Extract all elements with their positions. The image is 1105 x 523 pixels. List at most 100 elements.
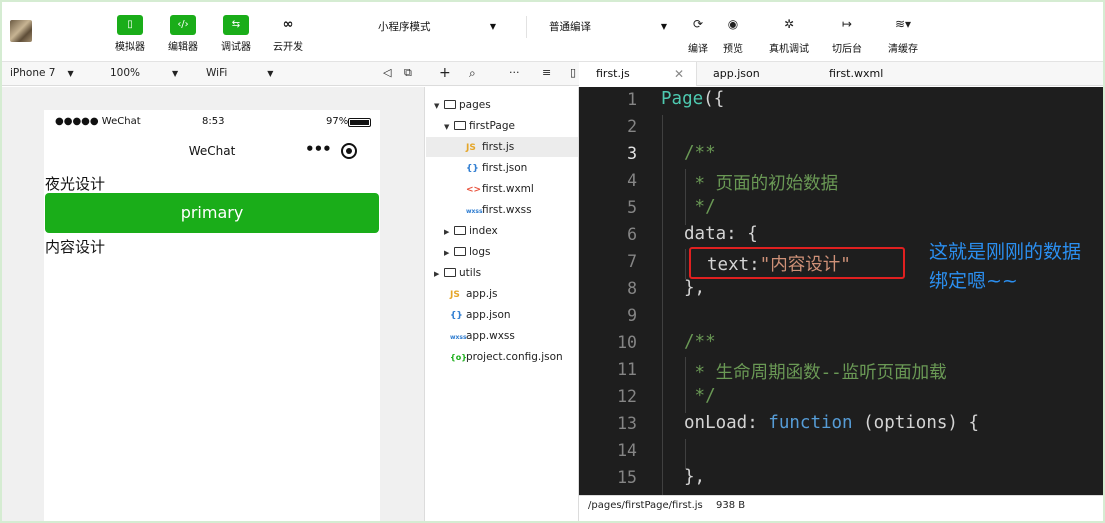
editor-status-bar: /pages/firstPage/first.js 938 B: [579, 495, 1103, 521]
collapse-tree-icon[interactable]: ≡: [542, 62, 551, 86]
folder-icon: [444, 268, 456, 277]
tab-first-js[interactable]: first.js ✕: [579, 62, 697, 86]
file-tree: ▼ pages ▼ firstPage JS first.js {} first.jso…: [426, 87, 579, 521]
code-line-8: },: [684, 278, 706, 298]
zoom-select[interactable]: 100% ▼: [110, 62, 178, 86]
folder-icon: [444, 100, 456, 109]
tree-file-app-json[interactable]: {} app.json: [450, 305, 511, 325]
tree-file-project-config[interactable]: {o}project.config.json: [450, 347, 563, 367]
text-line-1: 夜光设计: [45, 175, 106, 193]
tree-folder-firstpage[interactable]: ▼ firstPage: [426, 116, 578, 136]
preview-button[interactable]: ◉ 预览: [708, 16, 758, 55]
background-button[interactable]: ↦ 切后台: [822, 16, 872, 55]
close-icon[interactable]: ✕: [674, 62, 684, 86]
chevron-down-icon: ▼: [660, 22, 667, 31]
tree-folder-logs[interactable]: ▶ logs: [444, 242, 490, 262]
code-line-4: * 页面的初始数据: [684, 174, 839, 194]
json-file-icon: {}: [466, 164, 479, 174]
layers-icon: ≋▾: [894, 17, 912, 31]
tree-file-first-json[interactable]: {} first.json: [466, 158, 527, 178]
split-icon[interactable]: ▯: [570, 62, 576, 86]
line-number: 1: [627, 90, 637, 109]
phone-status-bar: ●●●●● WeChat 8:53 97%: [44, 116, 380, 130]
clear-cache-button[interactable]: ≋▾ 清缓存: [878, 16, 928, 55]
phone-screen: ●●●●● WeChat 8:53 97% WeChat ••• 夜光设计 pr…: [44, 110, 380, 521]
code-line-3: /**: [684, 143, 716, 163]
more-dots-icon[interactable]: •••: [305, 140, 332, 158]
code-line-12: */: [684, 386, 716, 406]
tree-folder-pages[interactable]: ▼ pages: [434, 95, 491, 115]
line-number: 10: [617, 333, 637, 352]
annotation-text: 这就是刚刚的数据绑定嗯~~: [929, 241, 1082, 292]
switch-background-icon: ↦: [841, 17, 853, 31]
devtools-window: ▯ 模拟器 ‹/› 编辑器 ⇆ 调试器 ∞ 云开发 小程序模式 ▼ 普通编译 ▼…: [0, 0, 1105, 523]
line-number: 7: [627, 252, 637, 271]
cloud-dev-button[interactable]: ∞ 云开发: [264, 15, 312, 53]
line-number: 14: [617, 441, 637, 460]
phone-icon: ▯: [117, 15, 143, 35]
file-size: 938 B: [716, 500, 746, 511]
tree-folder-utils[interactable]: ▶ utils: [434, 263, 481, 283]
avatar[interactable]: [10, 20, 32, 42]
js-file-icon: JS: [466, 143, 476, 153]
code-line-5: */: [684, 197, 716, 217]
simulator-panel: ●●●●● WeChat 8:53 97% WeChat ••• 夜光设计 pr…: [2, 87, 425, 521]
code-line-11: * 生命周期函数--监听页面加载: [684, 363, 947, 383]
code-editor[interactable]: 1 2 3 4 5 6 7 8 9 10 11 12 13 14 15 Page…: [579, 87, 1103, 495]
mode-select[interactable]: 小程序模式 ▼: [378, 17, 496, 37]
sound-icon[interactable]: ◁: [383, 62, 391, 86]
divider: [526, 16, 527, 38]
folder-icon: [454, 121, 466, 130]
indent-guide: [662, 115, 663, 495]
collapsed-arrow-icon: ▶: [444, 249, 450, 257]
code-line-15: },: [684, 467, 706, 487]
device-bar: iPhone 7 ▼ 100% ▼ WiFi ▼ ◁ ⧉ + ⌕ ··· ≡ ▯ fi…: [2, 62, 1103, 86]
code-line-10: /**: [684, 332, 716, 352]
line-number: 15: [617, 468, 637, 487]
tree-folder-index[interactable]: ▶ index: [444, 221, 498, 241]
close-capsule-icon[interactable]: [341, 143, 357, 159]
tree-file-app-wxss[interactable]: wxssapp.wxss: [450, 326, 515, 346]
line-number: 3: [627, 144, 637, 163]
line-number: 12: [617, 387, 637, 406]
remote-debug-button[interactable]: ✲ 真机调试: [764, 16, 814, 55]
code-line-1: Page({: [661, 89, 725, 109]
folder-icon: [454, 226, 466, 235]
tab-app-json[interactable]: app.json: [696, 62, 796, 86]
line-number: 11: [617, 360, 637, 379]
line-number: 13: [617, 414, 637, 433]
eye-icon: ◉: [727, 17, 739, 31]
battery-icon: [348, 118, 371, 127]
folder-icon: [454, 247, 466, 256]
debugger-button[interactable]: ⇆ 调试器: [212, 15, 260, 53]
config-file-icon: {o}: [450, 353, 467, 362]
tree-file-first-js[interactable]: JS first.js: [426, 137, 578, 157]
collapsed-arrow-icon: ▶: [434, 270, 440, 278]
search-icon[interactable]: ⌕: [469, 62, 476, 86]
tree-file-app-js[interactable]: JS app.js: [450, 284, 498, 304]
wxss-file-icon: wxss: [466, 208, 483, 215]
network-select[interactable]: WiFi ▼: [206, 62, 273, 86]
bug-icon: ✲: [783, 17, 795, 31]
chevron-down-icon: ▼: [67, 69, 74, 78]
primary-button[interactable]: primary: [45, 193, 379, 233]
code-line-13: onLoad: function (options) {: [684, 413, 980, 433]
line-number: 8: [627, 279, 637, 298]
line-number: 4: [627, 171, 637, 190]
indent-guide: [685, 249, 686, 279]
more-icon[interactable]: ···: [509, 62, 520, 86]
add-file-icon[interactable]: +: [439, 62, 451, 86]
compile-mode-select[interactable]: 普通编译 ▼: [549, 17, 667, 37]
tree-file-first-wxml[interactable]: <>first.wxml: [466, 179, 534, 199]
collapsed-arrow-icon: ▶: [444, 228, 450, 236]
file-path: /pages/firstPage/first.js: [588, 500, 703, 511]
wxss-file-icon: wxss: [450, 334, 467, 341]
json-file-icon: {}: [450, 311, 463, 321]
tree-file-first-wxss[interactable]: wxssfirst.wxss: [466, 200, 532, 220]
tab-first-wxml[interactable]: first.wxml: [812, 62, 922, 86]
simulator-button[interactable]: ▯ 模拟器: [106, 15, 154, 53]
detach-icon[interactable]: ⧉: [404, 62, 412, 86]
device-select[interactable]: iPhone 7 ▼: [10, 62, 74, 86]
editor-button[interactable]: ‹/› 编辑器: [159, 15, 207, 53]
line-number: 5: [627, 198, 637, 217]
